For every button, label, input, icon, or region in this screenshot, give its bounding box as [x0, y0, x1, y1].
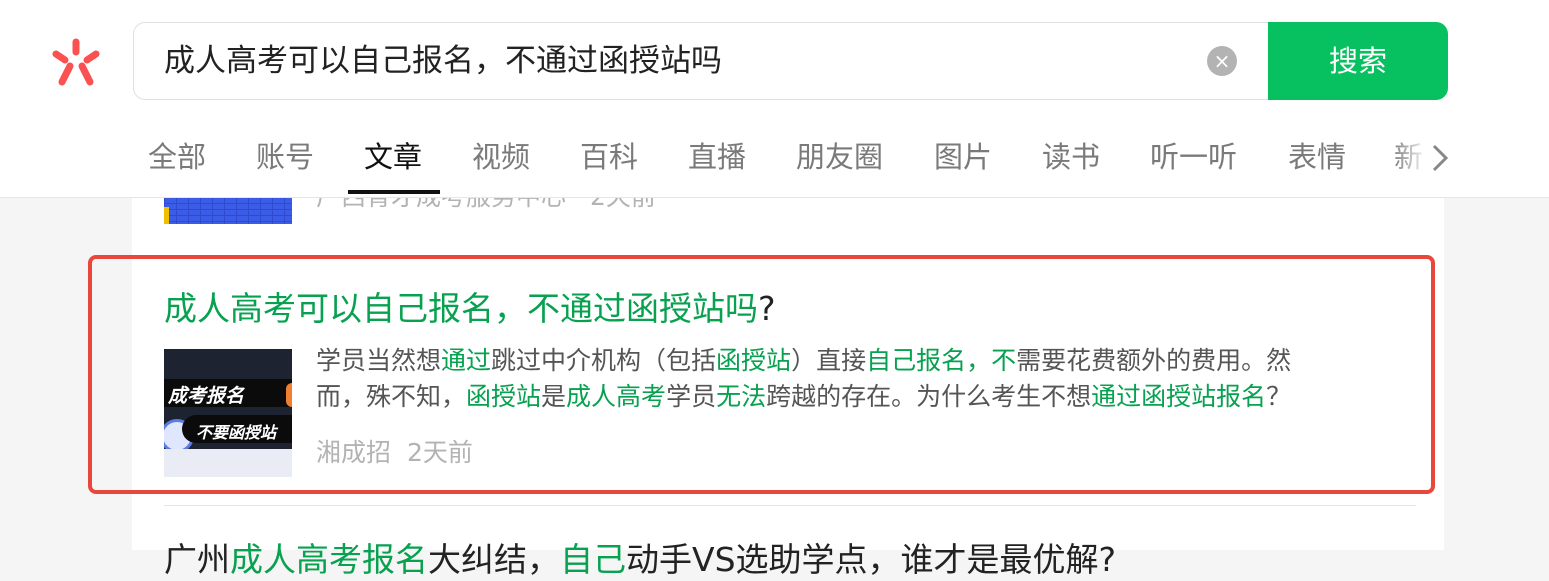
- result-thumbnail[interactable]: 成考报名 不要函授站: [164, 349, 292, 477]
- search-button[interactable]: 搜索: [1268, 22, 1448, 100]
- tab-videos[interactable]: 视频: [472, 134, 530, 176]
- thumb-accent: [286, 383, 292, 407]
- snippet-text: 学员当然想: [316, 346, 442, 375]
- tab-moments[interactable]: 朋友圈: [796, 134, 883, 176]
- tab-images[interactable]: 图片: [934, 134, 992, 176]
- snippet-text: ）直接: [791, 346, 867, 375]
- snippet-highlight: 成人高考: [566, 382, 667, 411]
- tab-accounts[interactable]: 账号: [256, 134, 314, 176]
- result-date: 2天前: [407, 438, 473, 467]
- snippet-text: 学员: [666, 382, 717, 411]
- tab-listen[interactable]: 听一听: [1150, 134, 1237, 176]
- next-title-highlight: 自己: [560, 540, 626, 579]
- results-list: 广西育才成考服务中心 2天前 成人高考可以自己报名，不通过函授站吗? 成考报名 …: [132, 182, 1444, 579]
- thumb-lower: [164, 449, 292, 477]
- result-meta: 湘成招 2天前: [316, 433, 473, 469]
- result-title-highlight: 成人高考可以自己报名，不通过函授站吗: [164, 289, 758, 328]
- tab-all[interactable]: 全部: [148, 134, 206, 176]
- snippet-highlight: 函授站: [466, 382, 542, 411]
- thumb-text-1: 成考报名: [168, 385, 245, 407]
- next-title-highlight: 成人高考报名: [230, 540, 428, 579]
- tab-stickers[interactable]: 表情: [1288, 134, 1346, 176]
- sparkle-logo-icon[interactable]: [48, 38, 104, 88]
- snippet-highlight: 通过: [441, 346, 492, 375]
- result-snippet: 学员当然想通过跳过中介机构（包括函授站）直接自己报名，不需要花费额外的费用。然 …: [316, 343, 1416, 415]
- next-title-text: 动手VS选助学点，谁才是最优解?: [626, 540, 1117, 579]
- active-tab-indicator: [348, 190, 440, 194]
- chevron-right-icon[interactable]: [1428, 142, 1452, 174]
- article-result[interactable]: 成人高考可以自己报名，不通过函授站吗? 成考报名 不要函授站 学员当然想通过跳过…: [132, 257, 1444, 492]
- result-title[interactable]: 成人高考可以自己报名，不通过函授站吗?: [164, 282, 776, 330]
- snippet-text: 是: [541, 382, 567, 411]
- previous-thumbnail-accent: [164, 207, 169, 224]
- clear-icon[interactable]: ×: [1207, 46, 1237, 76]
- snippet-line-1: 学员当然想通过跳过中介机构（包括函授站）直接自己报名，不需要花费额外的费用。然: [316, 343, 1416, 379]
- snippet-highlight: 函授站: [716, 346, 792, 375]
- tab-encyclopedia[interactable]: 百科: [580, 134, 638, 176]
- snippet-highlight: 通过函授站报名: [1091, 382, 1267, 411]
- snippet-highlight: 自己报名，不: [866, 346, 1017, 375]
- next-result-title[interactable]: 广州成人高考报名大纠结，自己动手VS选助学点，谁才是最优解?: [164, 533, 1116, 581]
- snippet-text: 跨越的存在。为什么考生不想: [766, 382, 1092, 411]
- snippet-text: 需要花费额外的费用。然: [1016, 346, 1292, 375]
- tab-articles[interactable]: 文章: [364, 134, 422, 176]
- snippet-highlight: 无法: [716, 382, 767, 411]
- search-header: × 搜索 全部 账号 文章 视频 百科 直播 朋友圈 图片 读书 听一听 表情 …: [0, 0, 1549, 198]
- tabs-fade: [1392, 134, 1428, 184]
- result-divider: [164, 505, 1416, 506]
- search-box: ×: [133, 22, 1269, 100]
- snippet-line-2: 而，殊不知，函授站是成人高考学员无法跨越的存在。为什么考生不想通过函授站报名？: [316, 379, 1416, 415]
- result-source[interactable]: 湘成招: [316, 438, 391, 467]
- result-title-tail: ?: [758, 289, 776, 328]
- snippet-text: ？: [1266, 382, 1292, 411]
- snippet-text: 跳过中介机构（包括: [491, 346, 717, 375]
- previous-result-thumbnail[interactable]: [164, 197, 292, 224]
- thumb-text-2: 不要函授站: [196, 423, 277, 442]
- next-title-text: 广州: [164, 540, 230, 579]
- tab-live[interactable]: 直播: [688, 134, 746, 176]
- snippet-text: 而，殊不知，: [316, 382, 467, 411]
- next-title-text: 大纠结，: [428, 540, 560, 579]
- search-input[interactable]: [164, 23, 1194, 99]
- tab-books[interactable]: 读书: [1042, 134, 1100, 176]
